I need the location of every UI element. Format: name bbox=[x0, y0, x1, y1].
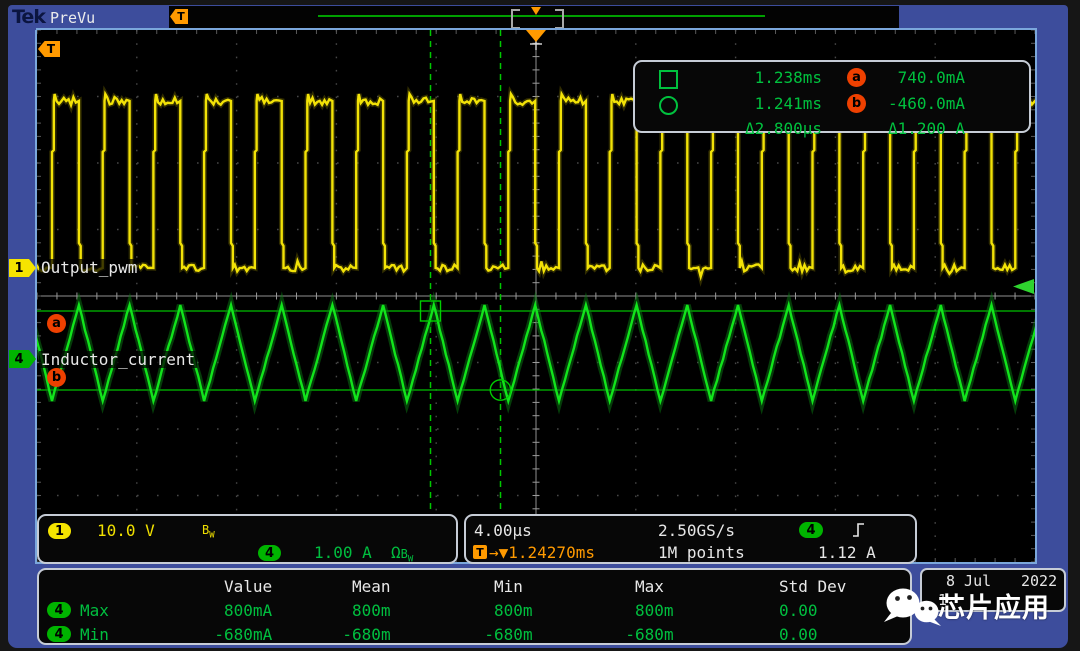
meas-ch-badge: 4 bbox=[47, 602, 71, 618]
date-label: 8 Jul bbox=[946, 572, 991, 590]
meas-name-label: Max bbox=[80, 601, 109, 620]
trigger-delay-value: 1.24270ms bbox=[508, 543, 595, 562]
meas-cell: 800m bbox=[635, 601, 779, 620]
cursor-a-badge: a bbox=[47, 314, 66, 333]
datetime-box: 8 Jul 2022 1 : bbox=[920, 568, 1066, 612]
col-header-min: Min bbox=[494, 577, 635, 596]
ch1-badge: 1 bbox=[14, 261, 23, 276]
cursor-delta-time: Δ2.800μs bbox=[721, 119, 822, 138]
time-label-fragment: 1 bbox=[938, 591, 947, 609]
cursor-a-time: 1.238ms bbox=[721, 68, 822, 87]
meas-row-name: 4 Max bbox=[47, 601, 224, 620]
ch1-scale: 10.0 V bbox=[97, 521, 155, 540]
cursor-readout-box: 1.238ms 1.241ms Δ2.800μs a b 740.0mA -46… bbox=[633, 60, 1031, 133]
record-waveform-line bbox=[318, 15, 765, 17]
cursor-a-square-icon bbox=[659, 70, 678, 89]
trigger-delay-T-icon: T bbox=[473, 545, 487, 559]
ch4-scale: 1.00 A bbox=[314, 543, 372, 562]
display-right-edge bbox=[1035, 30, 1037, 564]
meas-cell: -680mA bbox=[214, 625, 352, 644]
meas-cell: 800mA bbox=[224, 601, 352, 620]
meas-row-name: 4 Min bbox=[47, 625, 224, 644]
measurements-table: Value Mean Min Max Std Dev 4 Max 800mA 8… bbox=[37, 568, 912, 645]
trigger-source-badge: 4 bbox=[799, 522, 823, 538]
ch4-coupling-icon: ΩBW bbox=[391, 543, 413, 564]
rising-edge-slope-icon bbox=[852, 522, 866, 538]
oscilloscope-screenshot: Tek PreVu T T 1 4 a b Output_pwm Inducto… bbox=[0, 0, 1080, 651]
sample-rate: 2.50GS/s bbox=[658, 521, 735, 540]
ch1-bw-w: W bbox=[209, 530, 214, 540]
trigger-level: 1.12 A bbox=[818, 543, 876, 562]
ch1-bandwidth-icon: BW bbox=[202, 523, 215, 540]
meas-cell: -680m bbox=[625, 625, 779, 644]
cursor-b-readout-badge: b bbox=[847, 94, 866, 113]
meas-ch-badge: 4 bbox=[47, 626, 71, 642]
meas-cell: -680m bbox=[342, 625, 494, 644]
ch1-waveform-label: Output_pwm bbox=[39, 259, 139, 276]
meas-cell: 0.00 bbox=[779, 625, 907, 644]
ch1-scale-badge: 1 bbox=[48, 523, 71, 539]
record-window-bracket-right bbox=[555, 9, 564, 29]
meas-cell: 800m bbox=[352, 601, 494, 620]
trigger-delay: →▼1.24270ms bbox=[489, 543, 595, 562]
horizontal-trigger-box: 4.00μs 2.50GS/s 4 T →▼1.24270ms 1M point… bbox=[464, 514, 917, 564]
record-window-bracket-left bbox=[511, 9, 520, 29]
acquisition-mode-label: PreVu bbox=[50, 9, 95, 27]
cursor-a-value: 740.0mA bbox=[871, 68, 965, 87]
time-colon-fragment: : bbox=[1004, 591, 1013, 609]
col-header-value: Value bbox=[224, 577, 352, 596]
record-length: 1M points bbox=[658, 543, 745, 562]
channel-settings-box: 1 10.0 V BW 4 1.00 A ΩBW bbox=[37, 514, 458, 564]
cursor-b-badge: b bbox=[47, 368, 66, 387]
record-trigger-flag-icon: T bbox=[170, 9, 188, 24]
meas-cell: -680m bbox=[484, 625, 635, 644]
ch4-badge: 4 bbox=[14, 352, 23, 367]
meas-cell: 800m bbox=[494, 601, 635, 620]
trigger-delay-arrows: →▼ bbox=[489, 543, 508, 562]
ch4-ohm: Ω bbox=[391, 543, 401, 562]
col-header-max: Max bbox=[635, 577, 779, 596]
cursor-b-time: 1.241ms bbox=[721, 94, 822, 113]
year-label: 2022 bbox=[1021, 572, 1057, 590]
meas-name-label: Min bbox=[80, 625, 109, 644]
meas-cell: 0.00 bbox=[779, 601, 907, 620]
col-header-mean: Mean bbox=[352, 577, 494, 596]
timebase: 4.00μs bbox=[474, 521, 532, 540]
ch4-scale-badge: 4 bbox=[258, 545, 281, 561]
cursor-a-readout-badge: a bbox=[847, 68, 866, 87]
ch4-bw-w: W bbox=[408, 554, 413, 564]
cursor-b-value: -460.0mA bbox=[871, 94, 965, 113]
tek-logo: Tek bbox=[12, 6, 45, 28]
ch4-bw-b: B bbox=[401, 547, 408, 561]
col-header-stddev: Std Dev bbox=[779, 577, 907, 596]
ch4-waveform-label: Inductor_current bbox=[39, 351, 197, 368]
cursor-b-circle-icon bbox=[659, 96, 678, 115]
record-trigger-position-icon bbox=[531, 7, 541, 15]
cursor-delta-value: Δ1.200 A bbox=[871, 119, 965, 138]
wave-inspector-record-bar: T bbox=[169, 6, 899, 28]
